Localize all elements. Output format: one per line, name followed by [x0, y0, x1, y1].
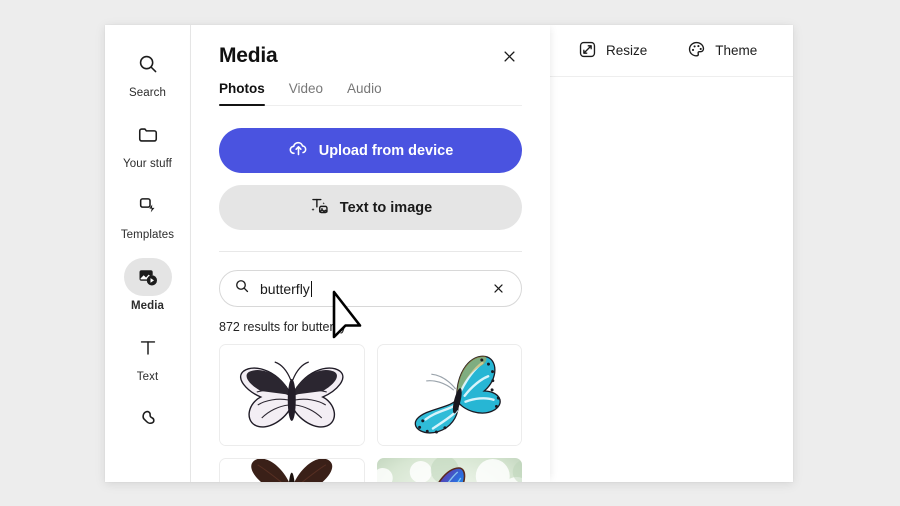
search-input-text: butterfly	[260, 280, 310, 297]
results-count: 872 results for butterfly	[219, 320, 347, 334]
theme-button-label: Theme	[715, 43, 758, 58]
sidebar-item-templates[interactable]: Templates	[105, 187, 190, 258]
media-panel: Media Photos Video Audio Upload from dev…	[191, 25, 550, 482]
sidebar-item-media[interactable]: Media	[105, 258, 190, 329]
divider	[219, 251, 522, 252]
tab-photos[interactable]: Photos	[219, 81, 265, 106]
theme-button[interactable]: Theme	[687, 40, 757, 62]
close-icon[interactable]	[496, 43, 522, 69]
clear-search-icon[interactable]	[488, 279, 508, 299]
tab-video[interactable]: Video	[289, 81, 323, 105]
text-to-image-button[interactable]: Text to image	[219, 185, 522, 230]
sidebar-item-label: Templates	[120, 229, 175, 241]
folder-icon	[124, 116, 172, 154]
sidebar-item-search[interactable]: Search	[105, 45, 190, 116]
sidebar-item-label: Your stuff	[123, 158, 172, 170]
sidebar-item-label: Text	[136, 371, 159, 383]
sidebar-item-label: Search	[128, 87, 167, 99]
media-icon	[123, 258, 172, 296]
results-grid	[219, 344, 522, 482]
resize-button[interactable]: Resize	[578, 40, 647, 62]
top-toolbar: Resize Theme	[550, 25, 793, 77]
canvas-area: Resize Theme	[550, 25, 793, 482]
shapes-icon	[124, 400, 172, 438]
result-thumbnail[interactable]	[376, 458, 522, 482]
search-input-value: butterfly	[260, 280, 488, 297]
panel-tabs: Photos Video Audio	[219, 81, 522, 106]
cloud-upload-icon	[288, 138, 309, 163]
sidebar-item-shapes[interactable]	[105, 400, 190, 471]
palette-icon	[687, 40, 706, 62]
tab-audio[interactable]: Audio	[347, 81, 382, 105]
app-window: Search Your stuff Templates Media Text M…	[105, 25, 793, 482]
sidebar-item-text[interactable]: Text	[105, 329, 190, 400]
result-thumbnail[interactable]	[219, 458, 365, 482]
resize-button-label: Resize	[606, 43, 648, 58]
templates-icon	[124, 187, 172, 225]
text-to-image-icon	[309, 195, 330, 220]
canvas-body[interactable]	[550, 77, 793, 482]
text-caret	[310, 280, 313, 297]
text-icon	[124, 329, 172, 367]
upload-button-label: Upload from device	[318, 142, 454, 159]
search-input[interactable]: butterfly	[219, 270, 522, 307]
resize-icon	[578, 40, 597, 62]
sidebar: Search Your stuff Templates Media Text	[105, 25, 191, 482]
upload-from-device-button[interactable]: Upload from device	[219, 128, 522, 173]
page-title: Media	[219, 44, 278, 67]
result-thumbnail[interactable]	[219, 344, 365, 446]
panel-header: Media	[219, 25, 522, 67]
sidebar-item-label: Media	[130, 300, 165, 312]
result-thumbnail[interactable]	[376, 344, 522, 446]
sidebar-item-your-stuff[interactable]: Your stuff	[105, 116, 190, 187]
search-icon	[124, 45, 172, 83]
text-to-image-button-label: Text to image	[339, 199, 433, 216]
search-icon	[234, 278, 250, 299]
